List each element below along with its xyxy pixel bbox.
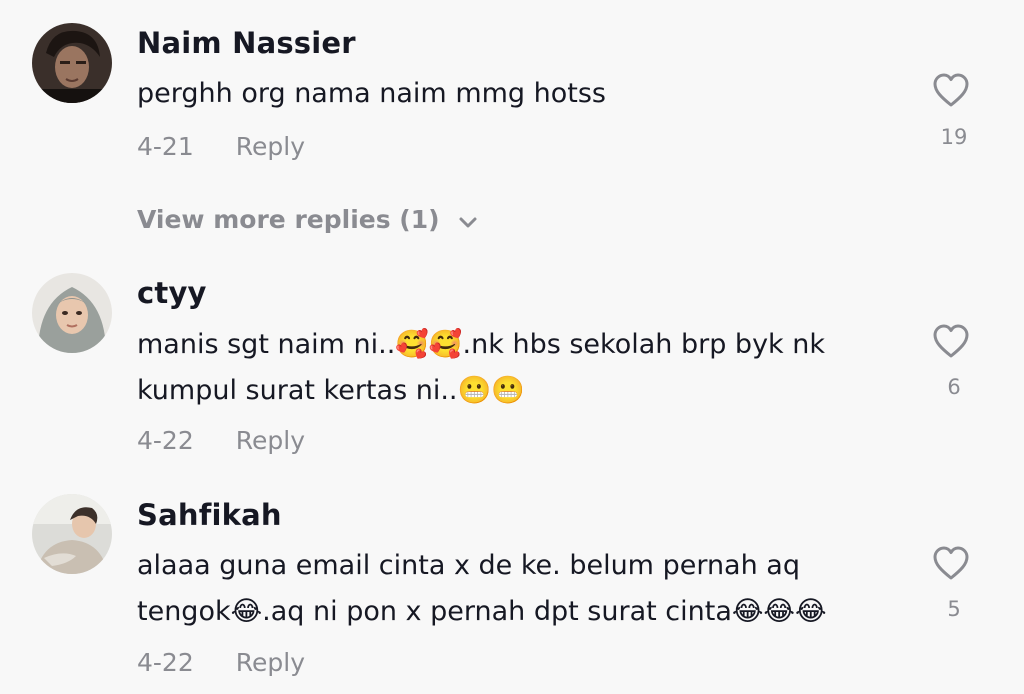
avatar[interactable] (32, 494, 112, 574)
comment-date: 4-21 (137, 132, 194, 161)
like-count: 19 (940, 125, 968, 149)
reply-button[interactable]: Reply (236, 648, 305, 677)
view-more-replies-button[interactable]: View more replies (1) (137, 205, 478, 236)
like-button[interactable] (930, 545, 972, 581)
comment-text-line: manis sgt naim ni..🥰🥰.nk hbs sekolah brp… (137, 329, 826, 360)
comment-text: perghh org nama naim mmg hotss (137, 71, 877, 117)
username[interactable]: Sahfikah (137, 498, 282, 532)
heart-outline-icon (933, 324, 969, 358)
comment-text-line: perghh org nama naim mmg hotss (137, 78, 606, 109)
chevron-down-icon (458, 207, 478, 236)
comment-date: 4-22 (137, 648, 194, 677)
username[interactable]: Naim Nassier (137, 26, 356, 60)
comment-text-line: alaaa guna email cinta x de ke. belum pe… (137, 550, 800, 581)
comment-text-line: tengok😂.aq ni pon x pernah dpt surat cin… (137, 596, 827, 627)
comment-text: alaaa guna email cinta x de ke. belum pe… (137, 543, 877, 635)
heart-outline-icon (933, 73, 969, 107)
heart-outline-icon (933, 546, 969, 580)
comment-meta: 4-22 Reply (137, 426, 305, 455)
reply-button[interactable]: Reply (236, 132, 305, 161)
avatar[interactable] (32, 23, 112, 103)
username[interactable]: ctyy (137, 276, 207, 310)
comment-date: 4-22 (137, 426, 194, 455)
like-button[interactable] (930, 72, 972, 108)
like-count: 6 (947, 375, 961, 399)
comment-meta: 4-22 Reply (137, 648, 305, 677)
like-count: 5 (947, 597, 961, 621)
reply-button[interactable]: Reply (236, 426, 305, 455)
comment-text-line: kumpul surat kertas ni..😬😬 (137, 375, 525, 406)
avatar[interactable] (32, 273, 112, 353)
view-more-replies-label: View more replies (1) (137, 205, 440, 234)
like-button[interactable] (930, 323, 972, 359)
comment-text: manis sgt naim ni..🥰🥰.nk hbs sekolah brp… (137, 322, 877, 414)
comment-meta: 4-21 Reply (137, 132, 305, 161)
